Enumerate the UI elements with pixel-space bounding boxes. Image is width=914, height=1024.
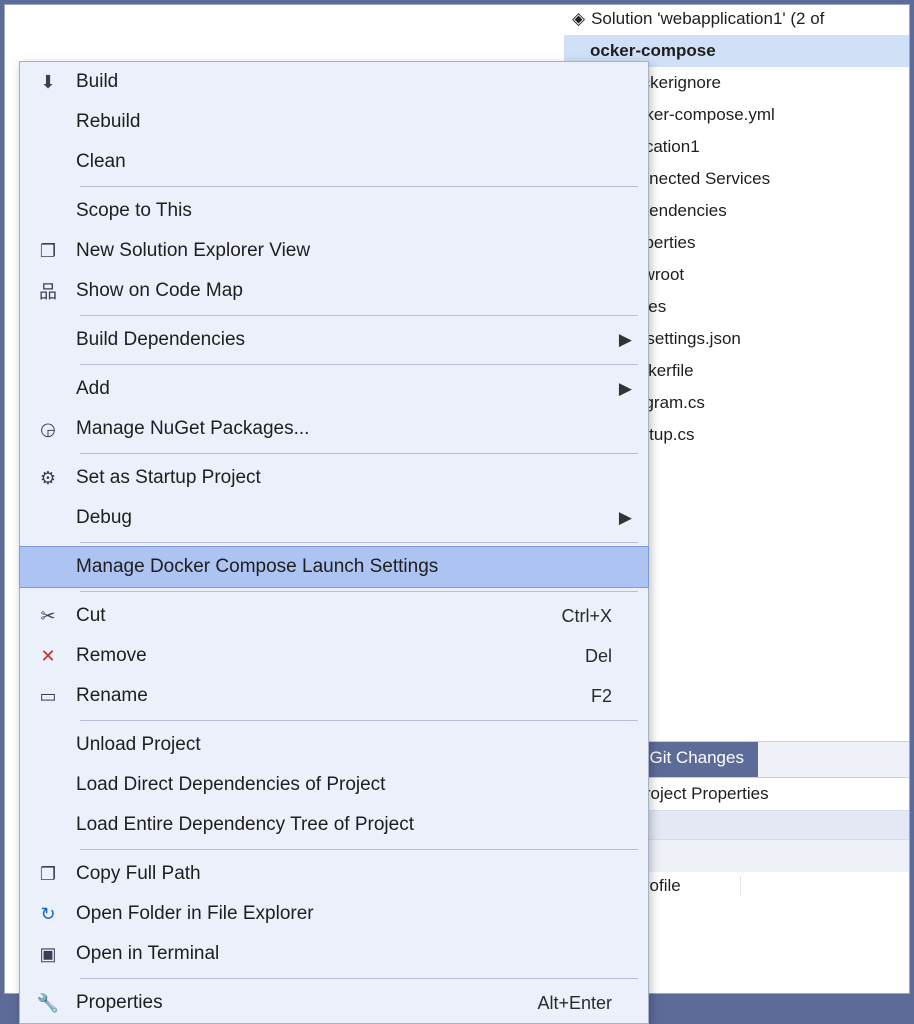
menu-item-label: Open Folder in File Explorer	[76, 903, 612, 925]
menu-separator	[80, 978, 638, 979]
new-view-icon: ❐	[20, 241, 76, 262]
menu-item-label: Rebuild	[76, 111, 612, 133]
menu-item-label: Load Direct Dependencies of Project	[76, 774, 612, 796]
copy-icon: ❐	[20, 864, 76, 885]
menu-item[interactable]: Add▶	[20, 369, 648, 409]
menu-item[interactable]: 品Show on Code Map	[20, 271, 648, 311]
menu-item-shortcut: Alt+Enter	[537, 993, 612, 1014]
code-map-icon: 品	[20, 278, 76, 304]
menu-item[interactable]: Load Direct Dependencies of Project	[20, 765, 648, 805]
menu-item-shortcut: F2	[591, 686, 612, 707]
menu-item[interactable]: ❐Copy Full Path	[20, 854, 648, 894]
menu-item[interactable]: Scope to This	[20, 191, 648, 231]
menu-item[interactable]: ✕RemoveDel	[20, 636, 648, 676]
menu-item-label: Scope to This	[76, 200, 612, 222]
open-folder-icon: ↻	[20, 904, 76, 925]
gear-icon: ⚙	[20, 468, 76, 489]
tree-item-label: ocker-compose	[590, 41, 716, 61]
menu-separator	[80, 591, 638, 592]
submenu-arrow-icon: ▶	[612, 330, 632, 350]
submenu-arrow-icon: ▶	[612, 508, 632, 528]
menu-item-label: Copy Full Path	[76, 863, 612, 885]
menu-separator	[80, 720, 638, 721]
menu-item[interactable]: ◶Manage NuGet Packages...	[20, 409, 648, 449]
menu-separator	[80, 453, 638, 454]
menu-item-label: Manage Docker Compose Launch Settings	[76, 556, 612, 578]
menu-item-label: Open in Terminal	[76, 943, 612, 965]
menu-item[interactable]: Manage Docker Compose Launch Settings	[20, 547, 648, 587]
context-menu: ⬇BuildRebuildCleanScope to This❐New Solu…	[19, 61, 649, 1024]
menu-separator	[80, 186, 638, 187]
remove-icon: ✕	[20, 646, 76, 667]
menu-item[interactable]: ▣Open in Terminal	[20, 934, 648, 974]
solution-title-row: ◈ Solution 'webapplication1' (2 of	[564, 5, 909, 33]
menu-item[interactable]: ↻Open Folder in File Explorer	[20, 894, 648, 934]
menu-item[interactable]: ⬇Build	[20, 62, 648, 102]
menu-item-label: Cut	[76, 605, 561, 627]
nuget-icon: ◶	[20, 419, 76, 440]
rename-icon: ▭	[20, 686, 76, 707]
menu-item-label: New Solution Explorer View	[76, 240, 612, 262]
menu-item-label: Unload Project	[76, 734, 612, 756]
menu-separator	[80, 315, 638, 316]
menu-item[interactable]: Rebuild	[20, 102, 648, 142]
menu-item-label: Build	[76, 71, 612, 93]
menu-item[interactable]: 🔧PropertiesAlt+Enter	[20, 983, 648, 1023]
menu-item-shortcut: Del	[585, 646, 612, 667]
properties-row-value[interactable]	[740, 876, 899, 896]
menu-item-label: Rename	[76, 685, 591, 707]
menu-item-label: Manage NuGet Packages...	[76, 418, 612, 440]
menu-item-label: Clean	[76, 151, 612, 173]
menu-item-label: Load Entire Dependency Tree of Project	[76, 814, 612, 836]
cut-icon: ✂	[20, 606, 76, 627]
menu-item[interactable]: ❐New Solution Explorer View	[20, 231, 648, 271]
menu-item-label: Set as Startup Project	[76, 467, 612, 489]
vs-icon: ◈	[572, 9, 585, 29]
menu-item[interactable]: Debug▶	[20, 498, 648, 538]
menu-item-label: Properties	[76, 992, 537, 1014]
menu-item[interactable]: Build Dependencies▶	[20, 320, 648, 360]
menu-item[interactable]: ▭RenameF2	[20, 676, 648, 716]
menu-item-label: Build Dependencies	[76, 329, 612, 351]
menu-item[interactable]: ⚙Set as Startup Project	[20, 458, 648, 498]
solution-title: Solution 'webapplication1' (2 of	[591, 9, 824, 29]
menu-item-label: Debug	[76, 507, 612, 529]
terminal-icon: ▣	[20, 944, 76, 965]
menu-item[interactable]: Unload Project	[20, 725, 648, 765]
menu-item-shortcut: Ctrl+X	[561, 606, 612, 627]
menu-separator	[80, 542, 638, 543]
menu-item[interactable]: ✂CutCtrl+X	[20, 596, 648, 636]
wrench-icon: 🔧	[20, 993, 76, 1014]
build-icon: ⬇	[20, 72, 76, 93]
submenu-arrow-icon: ▶	[612, 379, 632, 399]
menu-item[interactable]: Clean	[20, 142, 648, 182]
menu-item-label: Add	[76, 378, 612, 400]
menu-item-label: Remove	[76, 645, 585, 667]
menu-item[interactable]: Load Entire Dependency Tree of Project	[20, 805, 648, 845]
tab-git-changes[interactable]: Git Changes	[635, 742, 758, 777]
menu-item-label: Show on Code Map	[76, 280, 612, 302]
menu-separator	[80, 849, 638, 850]
menu-separator	[80, 364, 638, 365]
